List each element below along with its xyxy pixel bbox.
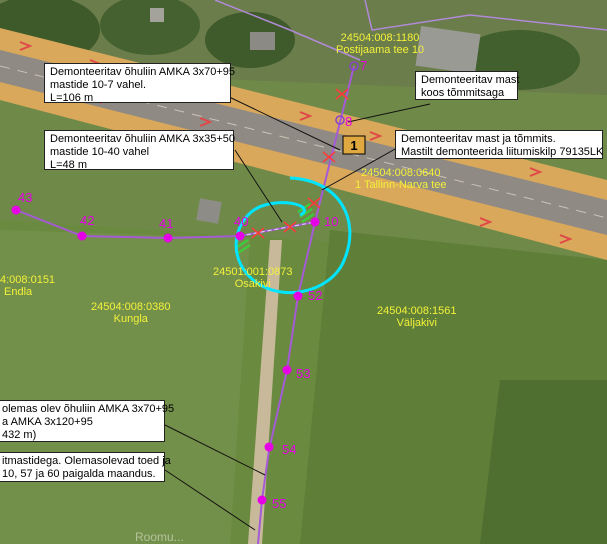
parcel-id: 24504:008:1180 bbox=[340, 32, 420, 44]
callout-text: olemas olev õhuliin AMKA 3x70+95 bbox=[2, 403, 175, 415]
callout-existing-line: olemas olev õhuliin AMKA 3x70+95 a AMKA … bbox=[0, 400, 175, 442]
pole-label: 41 bbox=[159, 216, 174, 231]
callout-text: 432 m) bbox=[2, 429, 37, 441]
pole-label: 10 bbox=[324, 214, 339, 229]
callout-text: Demonteeritav õhuliin AMKA 3x70+95 bbox=[50, 66, 235, 78]
parcel-id: 24504:008:0380 bbox=[91, 301, 171, 313]
building bbox=[415, 26, 481, 74]
callout-text: Demonteeritav mast bbox=[421, 74, 520, 86]
parcel-name: Väljakivi bbox=[396, 317, 437, 329]
callout-text: L=106 m bbox=[50, 92, 94, 104]
callout-text: Demonteeritav mast ja tõmmits. bbox=[401, 133, 556, 145]
parcel-label: 24501:001:0873 Osakivi bbox=[213, 266, 293, 290]
pole-label: 55 bbox=[272, 496, 287, 511]
parcel-label: 4:008:0151 Endla bbox=[0, 274, 55, 298]
callout-text: itmastidega. Olemasolevad toed ja bbox=[2, 455, 171, 467]
field bbox=[480, 380, 607, 544]
parcel-id: 24504:008:1561 bbox=[377, 305, 457, 317]
building bbox=[250, 32, 275, 50]
callout-text: Mastilt demonteerida liitumiskilp 79135L… bbox=[401, 146, 604, 158]
callout-text: koos tõmmitsaga bbox=[421, 87, 505, 99]
callout-text: Demonteeritav õhuliin AMKA 3x35+50 bbox=[50, 133, 235, 145]
pole-label: 43 bbox=[18, 190, 33, 205]
watermark: Roomu... bbox=[135, 530, 184, 544]
pole-label: 40 bbox=[234, 214, 249, 229]
pole-label: 54 bbox=[282, 442, 297, 457]
parcel-label: 24504:008:0640 1 Tallinn-Narva tee bbox=[355, 167, 447, 191]
callout-text: 10, 57 ja 60 paigalda maandus. bbox=[2, 468, 156, 480]
parcel-label: 24504:008:0380 Kungla bbox=[91, 301, 171, 325]
parcel-id: 4:008:0151 bbox=[0, 274, 56, 286]
pole-label: 52 bbox=[308, 288, 323, 303]
callout-text: mastide 10-7 vahel. bbox=[50, 79, 146, 91]
building bbox=[196, 198, 222, 224]
callout-pole-and-stay-removal: Demonteeritav mast ja tõmmits. Mastilt d… bbox=[395, 130, 603, 159]
parcel-name: Osakivi bbox=[234, 278, 271, 290]
callout-text: mastide 10-40 vahel bbox=[50, 146, 150, 158]
parcel-name: Endla bbox=[4, 286, 33, 298]
pole-label: 8 bbox=[345, 114, 353, 129]
callout-text: L=48 m bbox=[50, 159, 87, 171]
pole-label: 53 bbox=[296, 366, 311, 381]
parcel-name: Postijaama tee 10 bbox=[336, 44, 425, 56]
parcel-id: 24504:008:0640 bbox=[360, 167, 441, 179]
road-number: 1 bbox=[350, 138, 357, 153]
callout-text: a AMKA 3x120+95 bbox=[2, 416, 93, 428]
parcel-name: 1 Tallinn-Narva tee bbox=[355, 179, 447, 191]
callout-grounding: itmastidega. Olemasolevad toed ja 10, 57… bbox=[0, 452, 171, 482]
parcel-name: Kungla bbox=[113, 313, 148, 325]
pole-label: 42 bbox=[80, 213, 95, 228]
callout-line-removal-10-40: Demonteeritav õhuliin AMKA 3x35+50 masti… bbox=[44, 130, 235, 171]
parcel-label: 24504:008:1561 Väljakivi bbox=[377, 305, 457, 329]
building bbox=[150, 8, 164, 22]
parcel-label: 24504:008:1180 Postijaama tee 10 bbox=[336, 32, 424, 56]
callout-line-removal-10-7: Demonteeritav õhuliin AMKA 3x70+95 masti… bbox=[44, 63, 235, 104]
pole-label: 7 bbox=[360, 58, 368, 73]
parcel-id: 24501:001:0873 bbox=[213, 266, 293, 278]
callout-pole-removal: Demonteeritav mast koos tõmmitsaga bbox=[415, 71, 520, 100]
